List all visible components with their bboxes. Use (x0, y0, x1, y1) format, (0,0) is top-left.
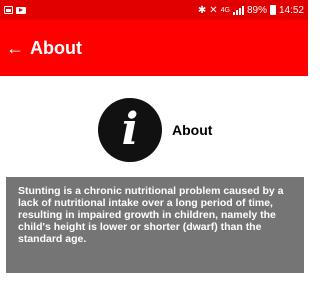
page-title: About (30, 37, 82, 58)
network-type: 4G (220, 6, 230, 14)
clock: 14:52 (278, 4, 304, 16)
app-bar: ← About (0, 20, 308, 76)
description-text: Stunting is a chronic nutritional proble… (18, 185, 284, 245)
gallery-icon (4, 6, 13, 14)
about-screen: ✱ ✕ 4G 89% 14:52 ← About i About Stuntin… (0, 0, 308, 284)
status-bar-system: ✱ ✕ 4G 89% 14:52 (198, 5, 304, 16)
status-bar-notifications (4, 6, 26, 14)
battery-icon (269, 5, 276, 15)
signal-icon (232, 5, 244, 15)
battery-percent: 89% (246, 4, 267, 16)
about-label: About (172, 122, 213, 138)
bluetooth-icon: ✱ (197, 4, 207, 16)
video-icon (16, 6, 26, 14)
mute-icon: ✕ (209, 4, 218, 16)
arrow-left-icon[interactable]: ← (6, 39, 24, 57)
about-header: i About (98, 98, 212, 162)
description-card: Stunting is a chronic nutritional proble… (6, 177, 304, 273)
status-bar: ✱ ✕ 4G 89% 14:52 (0, 0, 308, 20)
info-icon: i (98, 98, 162, 162)
